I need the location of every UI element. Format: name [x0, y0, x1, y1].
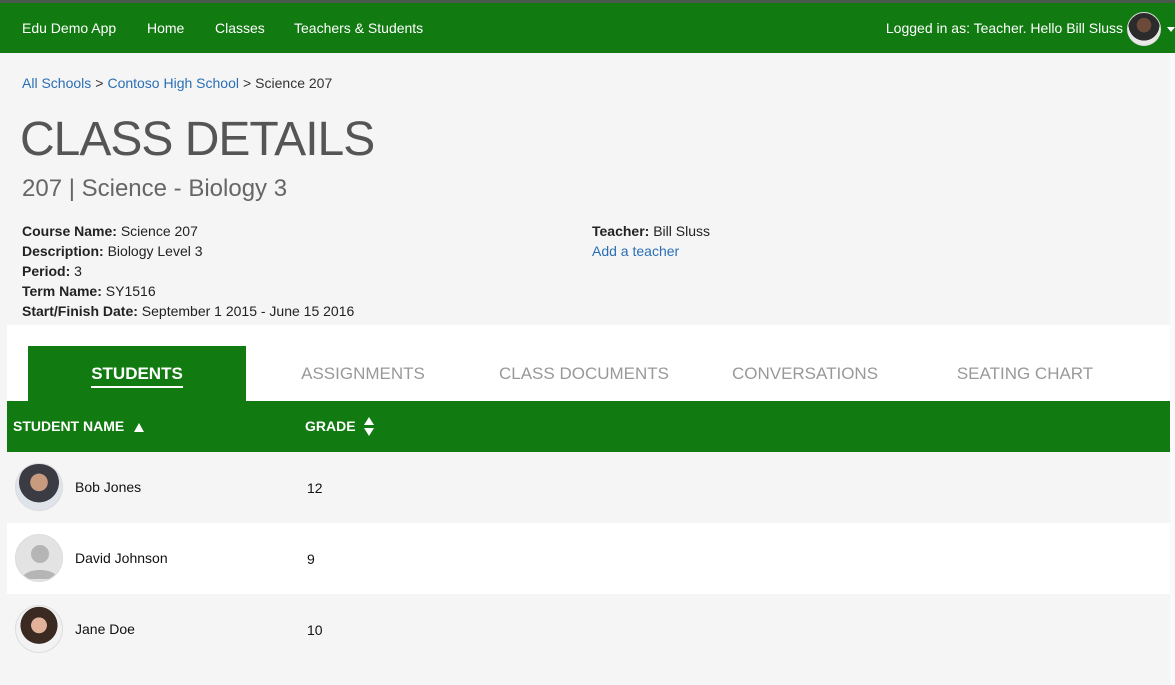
student-avatar: [15, 463, 63, 511]
detail-value: SY1516: [105, 283, 156, 299]
tab-label: STUDENTS: [91, 363, 183, 388]
detail-teacher: Teacher: Bill Sluss: [592, 221, 710, 241]
teacher-details: Teacher: Bill Sluss Add a teacher: [592, 221, 710, 261]
top-navbar: Edu Demo App Home Classes Teachers & Stu…: [0, 3, 1175, 53]
nav-teachers-students[interactable]: Teachers & Students: [294, 3, 423, 53]
column-label: STUDENT NAME: [13, 418, 125, 434]
breadcrumb: All Schools > Contoso High School > Science …: [22, 75, 332, 91]
detail-label: Course Name:: [22, 223, 117, 239]
detail-term-name: Term Name: SY1516: [22, 281, 354, 301]
nav-home[interactable]: Home: [147, 3, 184, 53]
student-name: Bob Jones: [75, 479, 142, 495]
brand-link[interactable]: Edu Demo App: [22, 3, 116, 53]
tab-assignments[interactable]: ASSIGNMENTS: [253, 346, 473, 401]
breadcrumb-school[interactable]: Contoso High School: [107, 75, 239, 91]
scrollbar[interactable]: [1170, 53, 1175, 685]
tab-seating-chart[interactable]: SEATING CHART: [915, 346, 1135, 401]
detail-label: Term Name:: [22, 283, 102, 299]
class-subtitle: 207 | Science - Biology 3: [22, 175, 288, 202]
detail-label: Period:: [22, 263, 71, 279]
breadcrumb-separator: >: [95, 75, 104, 91]
column-grade[interactable]: GRADE: [305, 401, 374, 452]
detail-description: Description: Biology Level 3: [22, 241, 354, 261]
sort-ascending-icon: [134, 423, 145, 432]
page-title: CLASS DETAILS: [20, 113, 375, 166]
detail-value: Science 207: [120, 223, 198, 239]
user-avatar[interactable]: [1127, 12, 1161, 46]
detail-value: Biology Level 3: [107, 243, 203, 259]
add-teacher-link[interactable]: Add a teacher: [592, 243, 679, 259]
student-grade: 9: [307, 551, 315, 567]
sort-icon: [363, 417, 374, 437]
student-avatar: [15, 605, 63, 653]
detail-dates: Start/Finish Date: September 1 2015 - Ju…: [22, 301, 354, 321]
detail-label: Description:: [22, 243, 104, 259]
chevron-down-icon[interactable]: [1167, 27, 1175, 32]
column-label: GRADE: [305, 418, 356, 434]
student-name: Jane Doe: [75, 621, 135, 637]
student-grade: 12: [307, 480, 323, 496]
detail-value: 3: [74, 263, 82, 279]
breadcrumb-current: Science 207: [255, 75, 333, 91]
tab-class-documents[interactable]: CLASS DOCUMENTS: [474, 346, 694, 401]
login-status: Logged in as: Teacher. Hello Bill Sluss: [885, 20, 1123, 36]
student-name: David Johnson: [75, 550, 168, 566]
table-row[interactable]: David Johnson 9: [7, 523, 1170, 594]
student-grade: 10: [307, 622, 323, 638]
detail-value: Bill Sluss: [653, 223, 711, 239]
table-row[interactable]: Jane Doe 10: [7, 594, 1170, 665]
column-student-name[interactable]: STUDENT NAME: [13, 401, 145, 452]
detail-label: Start/Finish Date:: [22, 303, 138, 319]
table-row[interactable]: Bob Jones 12: [7, 452, 1170, 523]
default-avatar-icon: [15, 534, 63, 582]
students-table-header: STUDENT NAME GRADE: [7, 401, 1170, 452]
detail-value: September 1 2015 - June 15 2016: [141, 303, 355, 319]
detail-label: Teacher:: [592, 223, 650, 239]
detail-course-name: Course Name: Science 207: [22, 221, 354, 241]
breadcrumb-all-schools[interactable]: All Schools: [22, 75, 91, 91]
class-details: Course Name: Science 207 Description: Bi…: [22, 221, 354, 321]
tab-conversations[interactable]: CONVERSATIONS: [695, 346, 915, 401]
breadcrumb-separator: >: [242, 75, 252, 91]
detail-period: Period: 3: [22, 261, 354, 281]
tab-students[interactable]: STUDENTS: [28, 346, 246, 401]
nav-classes[interactable]: Classes: [215, 3, 265, 53]
